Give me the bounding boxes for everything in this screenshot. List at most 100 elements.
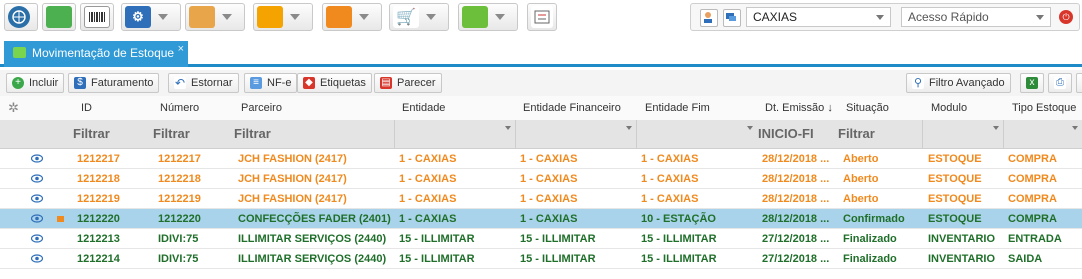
toolbar-button-checklist[interactable] [527,3,557,31]
toolbar-button-stock[interactable] [322,3,382,31]
cell-parceiro: JCH FASHION (2417) [238,173,347,185]
filter-select-entidade-fim[interactable] [636,120,757,148]
cell-entidade: 1 - CAXIAS [399,173,457,185]
plus-icon: + [12,77,24,89]
column-header-entidade-fim[interactable]: Entidade Fim [645,96,710,120]
chart-icon [257,6,283,28]
cell-entidade-financeiro: 1 - CAXIAS [520,193,578,205]
filter-select-entidade[interactable] [394,120,515,148]
parecer-button[interactable]: ▤ Parecer [374,73,442,93]
cell-entidade-fim: 15 - ILLIMITAR [641,233,717,245]
etiquetas-button[interactable]: ◆ Etiquetas [297,73,372,93]
eye-icon[interactable] [31,234,43,243]
filter-input-numero[interactable]: Filtrar [153,122,190,146]
estornar-button[interactable]: ↶ Estornar [168,73,239,93]
column-header-numero[interactable]: Número [160,96,199,120]
cart-icon [13,47,26,58]
chevron-down-icon [1072,126,1078,130]
cell-entidade-fim: 10 - ESTAÇÃO [641,213,716,225]
eye-icon[interactable] [31,254,43,263]
nfe-button[interactable]: ≡ NF-e [244,73,298,93]
cell-situacao: Aberto [843,193,879,205]
excel-button[interactable]: x [1020,73,1044,93]
column-header-modulo[interactable]: Modulo [931,96,967,120]
chat-icon[interactable] [723,9,741,27]
report-icon: ▤ [380,77,392,89]
toolbar-button-settings[interactable]: ⚙ [121,3,181,31]
chevron-down-icon [222,14,232,20]
user-icon[interactable] [700,9,718,27]
cell-tipo-estoque: SAIDA [1008,253,1043,265]
cell-entidade: 1 - CAXIAS [399,193,457,205]
cell-id: 1212217 [77,153,120,165]
gear-icon[interactable]: ✲ [8,100,19,116]
actions-bar: + Incluir $ Faturamento ↶ Estornar ≡ NF-… [0,70,1082,96]
chevron-down-icon [158,14,168,20]
print-button[interactable]: ⎙ [1048,73,1072,93]
column-header-parceiro[interactable]: Parceiro [241,96,282,120]
cell-modulo: ESTOQUE [928,213,982,225]
faturamento-button[interactable]: $ Faturamento [68,73,160,93]
toolbar-button-barcode[interactable] [80,3,114,31]
cell-numero: 1212217 [158,153,201,165]
column-header-tipo-estoque[interactable]: Tipo Estoque [1012,96,1076,120]
filter-input-id[interactable]: Filtrar [73,122,110,146]
cell-dt-emissao: 27/12/2018 ... [762,233,830,245]
filter-input-parceiro[interactable]: Filtrar [234,122,271,146]
column-header-situacao[interactable]: Situação [846,96,889,120]
toolbar-button-reports[interactable] [253,3,313,31]
tab-movimentacao-estoque[interactable]: Movimentação de Estoque × [4,41,188,67]
chevron-down-icon [876,15,884,20]
column-header-entidade[interactable]: Entidade [402,96,445,120]
filtro-avancado-button[interactable]: ⚲ Filtro Avançado [906,73,1011,93]
cell-parceiro: JCH FASHION (2417) [238,153,347,165]
table-row[interactable]: 1212213 IDIVI:75 ILLIMITAR SERVIÇOS (2440)… [0,229,1082,249]
close-icon[interactable]: × [178,37,184,61]
nfe-label: NF-e [267,77,292,89]
table-row[interactable]: 1212219 1212219 JCH FASHION (2417) 1 - CAXI… [0,189,1082,209]
cell-tipo-estoque: ENTRADA [1008,233,1062,245]
filter-select-tipo-estoque[interactable] [1003,120,1082,148]
incluir-button[interactable]: + Incluir [6,73,65,93]
chevron-down-icon [626,126,632,130]
toolbar-button-packages[interactable] [458,3,518,31]
more-button[interactable] [1076,73,1082,93]
filter-select-entidade-financeiro[interactable] [515,120,636,148]
cell-modulo: ESTOQUE [928,193,982,205]
eye-icon[interactable] [31,214,43,223]
column-header-id[interactable]: ID [81,96,92,120]
chevron-down-icon [426,14,436,20]
table-row[interactable]: 1212214 IDIVI:75 ILLIMITAR SERVIÇOS (2440)… [0,249,1082,269]
chevron-down-icon [495,14,505,20]
cart-icon: $ [74,77,86,89]
toolbar-button-purchases[interactable]: 🛒 [389,3,449,31]
cell-parceiro: ILLIMITAR SERVIÇOS (2440) [238,253,387,265]
cell-situacao: Finalizado [843,233,897,245]
toolbar-button-people[interactable] [185,3,245,31]
toolbar-button-sales[interactable] [42,3,76,31]
eye-icon[interactable] [31,154,43,163]
tab-label: Movimentação de Estoque [32,46,175,60]
power-icon[interactable]: ⏻ [1059,10,1073,24]
table-row[interactable]: 1212220 1212220 CONFECÇÕES FADER (2401) 1 -… [0,209,1082,229]
filter-input-situacao[interactable]: Filtrar [838,122,875,146]
branch-select[interactable]: CAXIAS [746,7,891,27]
filtro-avancado-label: Filtro Avançado [929,77,1005,89]
cell-entidade-financeiro: 15 - ILLIMITAR [520,233,596,245]
filter-input-dt-emissao[interactable]: INICIO-FI [758,122,836,146]
quick-access-select[interactable]: Acesso Rápido [901,7,1051,27]
tag-icon: ◆ [303,77,315,89]
table-row[interactable]: 1212218 1212218 JCH FASHION (2417) 1 - CAXI… [0,169,1082,189]
column-header-entidade-financeiro[interactable]: Entidade Financeiro [523,96,621,120]
cell-tipo-estoque: COMPRA [1008,153,1057,165]
filter-select-modulo[interactable] [922,120,1003,148]
eye-icon[interactable] [31,194,43,203]
cell-dt-emissao: 28/12/2018 ... [762,213,830,225]
branch-select-value: CAXIAS [753,10,798,24]
eye-icon[interactable] [31,174,43,183]
cell-situacao: Aberto [843,153,879,165]
column-header-dt-emissao[interactable]: Dt. Emissão ↓ [765,96,833,120]
cell-numero: 1212219 [158,193,201,205]
toolbar-button-home[interactable] [4,3,38,31]
table-row[interactable]: 1212217 1212217 JCH FASHION (2417) 1 - CAXI… [0,149,1082,169]
